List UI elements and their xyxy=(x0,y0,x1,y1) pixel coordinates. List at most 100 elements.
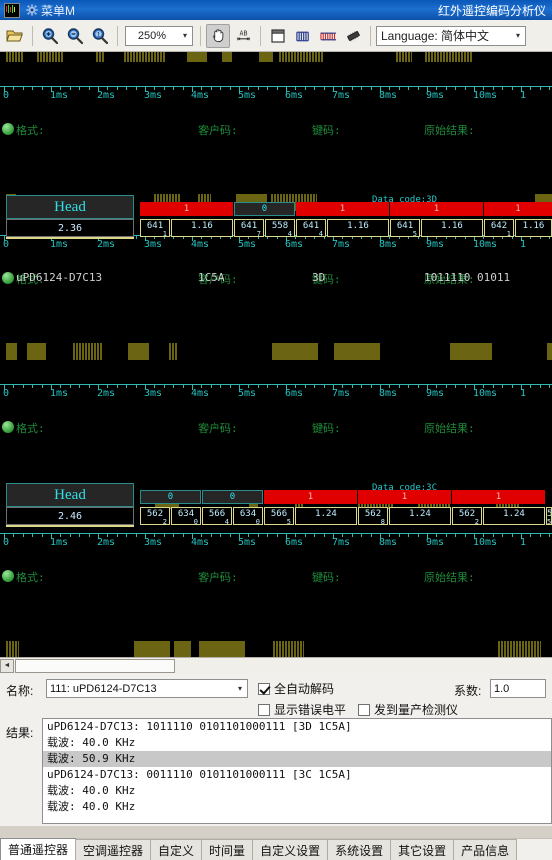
zoom-out-button[interactable] xyxy=(63,24,87,48)
auto-decode-checkbox[interactable]: 全自动解码 xyxy=(258,680,334,697)
window-layout-button[interactable] xyxy=(266,24,290,48)
up-arrow-icon[interactable] xyxy=(2,421,14,433)
ruler-tick xyxy=(13,87,14,90)
ruler-tick xyxy=(371,534,372,537)
gear-icon[interactable] xyxy=(26,4,38,16)
tab-0[interactable]: 普通遥控器 xyxy=(0,838,76,860)
carrier-stripe xyxy=(96,343,97,360)
ruler-label: 5ms xyxy=(238,537,256,548)
menu-label[interactable]: 菜单M xyxy=(41,2,75,19)
result-line[interactable]: 载波: 40.0 KHz xyxy=(43,799,551,815)
info-value: ---- xyxy=(198,122,225,135)
ruler-label: 1 xyxy=(520,537,526,548)
carrier-stripe xyxy=(156,52,157,62)
tab-1[interactable]: 空调遥控器 xyxy=(75,839,151,860)
ruler-label: 6ms xyxy=(285,537,303,548)
open-file-button[interactable] xyxy=(3,24,27,48)
raw-capture-strip[interactable] xyxy=(0,640,552,657)
bottom-tab-bar[interactable]: 普通遥控器空调遥控器自定义时间量自定义设置系统设置其它设置产品信息 xyxy=(0,838,552,860)
ruler-label: 6ms xyxy=(285,388,303,399)
result-line[interactable]: uPD6124-D7C13: 1011110 0101101000111 [3D… xyxy=(43,719,551,735)
raw-capture-strip[interactable] xyxy=(0,52,552,64)
ruler-tick xyxy=(530,87,531,90)
waveform-app-icon xyxy=(4,3,20,18)
zoom-actual-button[interactable]: 1 xyxy=(88,24,112,48)
ruler-tick xyxy=(70,534,71,537)
carrier-stripe xyxy=(530,641,531,657)
chip-button[interactable] xyxy=(341,24,365,48)
time-ruler: 01ms2ms3ms4ms5ms6ms7ms8ms9ms10ms1 xyxy=(0,86,552,104)
pulse-subdigit: 0 xyxy=(172,519,200,525)
pulse-cell: 5622 xyxy=(452,507,482,525)
measure-tool-button[interactable]: AB xyxy=(231,24,255,48)
up-arrow-icon[interactable] xyxy=(2,570,14,582)
carrier-stripe xyxy=(57,52,58,62)
carrier-stripe xyxy=(45,52,46,62)
pulse-cell: 1.24 xyxy=(295,507,357,525)
scrollbar-thumb[interactable] xyxy=(15,659,175,673)
scrollbar-track[interactable] xyxy=(14,659,552,673)
pulse-cell: 6417 xyxy=(234,219,264,237)
waveform-scope[interactable]: 01ms2ms3ms4ms5ms6ms7ms8ms9ms10ms1格式:客户码:… xyxy=(0,52,552,657)
horizontal-scrollbar[interactable]: ◄ xyxy=(0,657,552,673)
tab-7[interactable]: 产品信息 xyxy=(453,839,517,860)
ruler-tick xyxy=(502,385,503,388)
carrier-stripe xyxy=(17,641,18,657)
zoom-in-button[interactable] xyxy=(38,24,62,48)
ruler-tick xyxy=(455,534,456,537)
result-label: 结果: xyxy=(6,724,33,741)
result-line[interactable]: 载波: 50.9 KHz xyxy=(43,751,551,767)
show-error-check-icon[interactable] xyxy=(258,704,270,716)
result-line[interactable]: 载波: 40.0 KHz xyxy=(43,735,551,751)
results-list[interactable]: uPD6124-D7C13: 1011110 0101101000111 [3D… xyxy=(42,718,552,824)
carrier-stripe xyxy=(305,52,306,62)
ruler-tick xyxy=(502,87,503,90)
bit-0: 0 xyxy=(202,490,263,504)
tab-4[interactable]: 自定义设置 xyxy=(252,839,328,860)
carrier-stripe xyxy=(533,641,534,657)
zoom-level-combo[interactable]: 250% ▾ xyxy=(125,26,193,46)
tab-5[interactable]: 系统设置 xyxy=(327,839,391,860)
language-combo[interactable]: Language: 简体中文 ▾ xyxy=(376,26,526,46)
ruler-tick xyxy=(418,87,419,90)
bit-1: 1 xyxy=(484,202,552,216)
carrier-wave-button[interactable] xyxy=(291,24,315,48)
ruler-label: 0 xyxy=(3,537,9,548)
up-arrow-icon[interactable] xyxy=(2,123,14,135)
show-error-checkbox[interactable]: 显示错误电平 xyxy=(258,701,346,718)
toolbar-separator xyxy=(32,26,33,46)
result-line[interactable]: 载波: 40.0 KHz xyxy=(43,783,551,799)
chevron-down-icon[interactable]: ▾ xyxy=(178,31,192,40)
coefficient-input[interactable]: 1.0 xyxy=(490,679,546,698)
carrier-stripe xyxy=(39,52,40,62)
auto-decode-check-icon[interactable] xyxy=(258,683,270,695)
pulse-wave-button[interactable] xyxy=(316,24,340,48)
send-tester-check-icon[interactable] xyxy=(358,704,370,716)
ruler-tick xyxy=(89,385,90,388)
tab-3[interactable]: 时间量 xyxy=(201,839,253,860)
ruler-tick xyxy=(540,534,541,537)
pulse-subdigit: 7 xyxy=(235,231,263,237)
info-value: 1C5A xyxy=(198,271,225,284)
info-value: uPD6124-D7C13 xyxy=(16,271,102,284)
raw-capture-strip[interactable] xyxy=(0,342,552,362)
chevron-down-icon-language[interactable]: ▾ xyxy=(511,31,525,40)
carrier-stripe xyxy=(20,52,21,62)
up-arrow-icon[interactable] xyxy=(2,272,14,284)
send-tester-checkbox[interactable]: 发到量产检测仪 xyxy=(358,701,458,718)
burst-block xyxy=(547,343,552,360)
carrier-stripe xyxy=(281,52,282,62)
result-line[interactable]: uPD6124-D7C13: 0011110 0101101000111 [3C… xyxy=(43,767,551,783)
tab-6[interactable]: 其它设置 xyxy=(390,839,454,860)
language-value: Language: 简体中文 xyxy=(381,27,511,44)
pulse-duration: 1.24 xyxy=(296,508,356,519)
tab-2[interactable]: 自定义 xyxy=(150,839,202,860)
carrier-stripe xyxy=(512,641,513,657)
scroll-left-button[interactable]: ◄ xyxy=(0,659,14,673)
ruler-tick xyxy=(305,385,306,388)
pan-tool-button[interactable] xyxy=(206,24,230,48)
chevron-down-icon-name[interactable]: ▾ xyxy=(233,684,247,693)
name-combo[interactable]: 111: uPD6124-D7C13 ▾ xyxy=(46,679,248,698)
ruler-label: 10ms xyxy=(473,537,497,548)
pulse-duration: 1.24 xyxy=(484,508,544,519)
